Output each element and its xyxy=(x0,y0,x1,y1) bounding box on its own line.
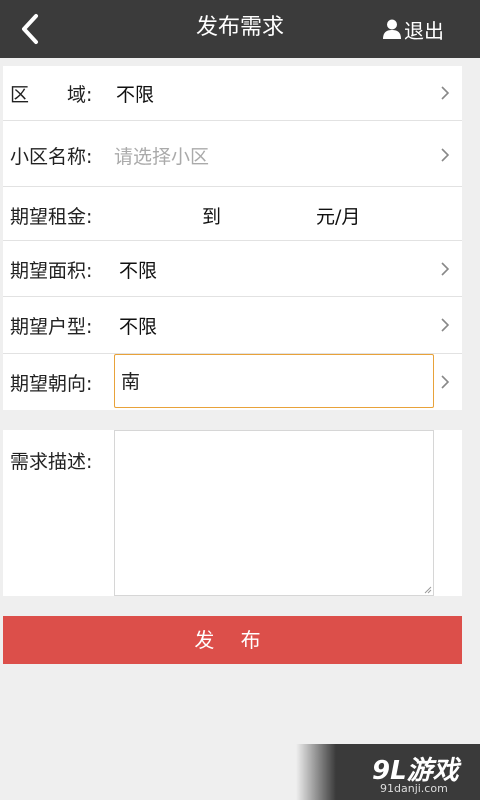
description-section: 需求描述: xyxy=(3,430,462,596)
watermark: 9L游戏 91danji.com xyxy=(296,744,480,800)
chevron-right-icon xyxy=(441,318,450,332)
publish-button[interactable]: 发 布 xyxy=(3,616,462,664)
requirement-form: 区 域: 不限 小区名称: 请选择小区 期望租金: 到 元/月 期望面积: 不限… xyxy=(3,66,462,410)
rent-label: 期望租金: xyxy=(10,206,93,228)
chevron-right-icon xyxy=(441,86,450,100)
community-row[interactable]: 小区名称: 请选择小区 xyxy=(3,121,462,187)
layout-row[interactable]: 期望户型: 不限 xyxy=(3,297,462,354)
community-label: 小区名称: xyxy=(10,146,93,168)
area-value: 不限 xyxy=(116,84,155,106)
layout-label: 期望户型: xyxy=(10,316,93,338)
back-button[interactable] xyxy=(14,11,50,47)
size-label: 期望面积: xyxy=(10,260,93,282)
chevron-right-icon xyxy=(441,148,450,162)
top-bar: 发布需求 退出 xyxy=(0,0,480,58)
user-icon xyxy=(383,19,401,39)
description-textarea[interactable] xyxy=(114,430,434,596)
community-placeholder: 请选择小区 xyxy=(114,146,210,168)
chevron-right-icon xyxy=(441,262,450,276)
resize-handle-icon[interactable] xyxy=(424,586,432,594)
area-row[interactable]: 区 域: 不限 xyxy=(3,66,462,121)
rent-unit-label: 元/月 xyxy=(316,206,361,228)
rent-min-input[interactable] xyxy=(114,192,194,234)
orientation-select[interactable]: 南 xyxy=(114,354,434,408)
rent-row: 期望租金: 到 元/月 xyxy=(3,187,462,241)
orientation-label: 期望朝向: xyxy=(10,373,93,395)
logout-button[interactable]: 退出 xyxy=(383,16,444,43)
watermark-url: 91danji.com xyxy=(380,782,448,795)
description-label: 需求描述: xyxy=(10,451,93,473)
rent-max-input[interactable] xyxy=(231,192,311,234)
back-arrow-icon xyxy=(22,14,38,44)
logout-label: 退出 xyxy=(404,18,444,43)
rent-to-label: 到 xyxy=(202,206,222,228)
area-label: 区 域: xyxy=(10,84,93,106)
chevron-right-icon xyxy=(441,375,450,389)
orientation-row: 期望朝向: 南 xyxy=(3,354,462,410)
layout-value: 不限 xyxy=(119,316,158,338)
size-row[interactable]: 期望面积: 不限 xyxy=(3,241,462,297)
size-value: 不限 xyxy=(119,260,158,282)
